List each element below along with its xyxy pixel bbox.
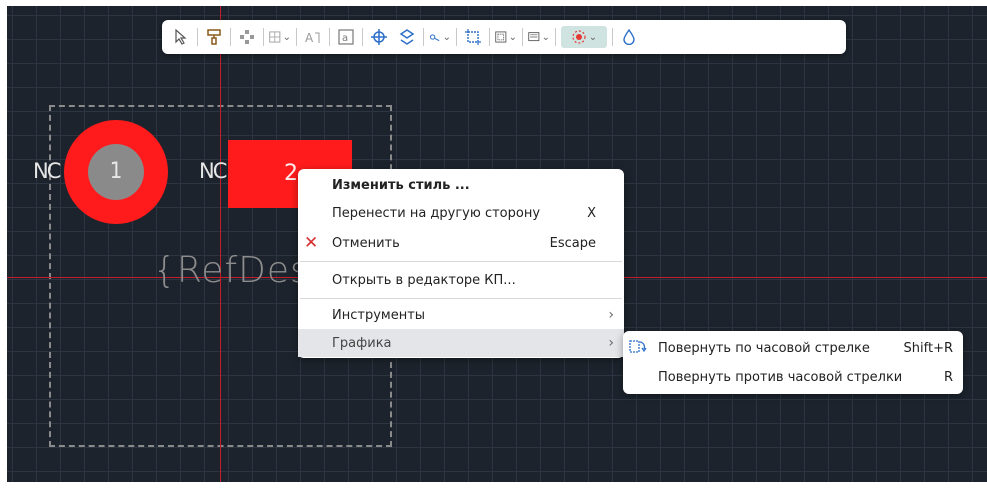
menu-item-open-in-editor[interactable]: Открыть в редакторе КП... <box>298 266 624 294</box>
graphics-submenu: Повернуть по часовой стрелке Shift+R Пов… <box>623 331 963 394</box>
menu-item-tools[interactable]: Инструменты › <box>298 301 624 329</box>
menu-item-graphics[interactable]: Графика › <box>298 329 624 357</box>
x-icon: ✕ <box>304 233 319 253</box>
crosshair-icon[interactable] <box>368 26 390 48</box>
toolbar-separator <box>197 28 198 46</box>
menu-item-rotate-counterclockwise[interactable]: Повернуть против часовой стрелки R <box>623 363 963 391</box>
select-icon[interactable] <box>170 26 192 48</box>
chevron-down-icon[interactable]: ⌄ <box>589 32 597 43</box>
menu-item-move-to-other-side[interactable]: Перенести на другую сторону X <box>298 199 624 227</box>
menu-item-label: Перенести на другую сторону <box>332 205 541 221</box>
menu-item-label: Повернуть по часовой стрелке <box>658 340 870 356</box>
toolbar-separator <box>489 28 490 46</box>
context-menu: Изменить стиль ... Перенести на другую с… <box>298 169 624 358</box>
grid-icon[interactable]: ⌄ <box>269 26 291 48</box>
resize-icon[interactable] <box>462 26 484 48</box>
toolbar: ⌄ A a ⌄ ⌄ ⌄ ⌄ <box>162 20 846 54</box>
canvas: NC 1 NC 2 {RefDes} ⌄ A a ⌄ ⌄ ⌄ ⌄ Изменит… <box>0 0 987 488</box>
chevron-down-icon[interactable]: ⌄ <box>542 32 550 43</box>
paint-icon[interactable] <box>203 26 225 48</box>
chevron-down-icon[interactable]: ⌄ <box>283 32 291 43</box>
menu-item-change-style[interactable]: Изменить стиль ... <box>298 171 624 199</box>
chevron-right-icon: › <box>608 307 614 323</box>
toolbar-separator <box>522 28 523 46</box>
menu-item-shortcut: Escape <box>549 235 596 251</box>
toolbar-separator <box>555 28 556 46</box>
text-icon[interactable]: A <box>302 26 324 48</box>
menu-item-label: Отменить <box>332 235 400 251</box>
menu-item-label: Изменить стиль ... <box>332 177 470 193</box>
menu-divider <box>300 298 622 299</box>
menu-item-label: Инструменты <box>332 307 426 323</box>
toolbar-separator <box>263 28 264 46</box>
highlight-icon[interactable]: ⌄ <box>561 26 607 48</box>
toolbar-separator <box>362 28 363 46</box>
measure-icon[interactable]: ⌄ <box>429 26 451 48</box>
chevron-right-icon: › <box>608 335 614 351</box>
rotate-clockwise-icon <box>629 338 647 358</box>
toolbar-separator <box>423 28 424 46</box>
toolbar-separator <box>230 28 231 46</box>
menu-item-cancel[interactable]: ✕ Отменить Escape <box>298 229 624 257</box>
pad-1-hole: 1 <box>88 144 144 200</box>
toolbar-separator <box>612 28 613 46</box>
pad1-net-label: NC <box>33 159 61 183</box>
menu-item-shortcut: X <box>587 205 596 221</box>
pad2-net-label: NC <box>199 159 227 183</box>
chevron-down-icon[interactable]: ⌄ <box>509 32 517 43</box>
distribute-icon[interactable] <box>236 26 258 48</box>
menu-item-label: Повернуть против часовой стрелки <box>658 369 903 385</box>
textbox-icon[interactable]: a <box>335 26 357 48</box>
menu-item-label: Открыть в редакторе КП... <box>332 272 516 288</box>
swap-layers-icon[interactable] <box>396 26 418 48</box>
menu-item-rotate-clockwise[interactable]: Повернуть по часовой стрелке Shift+R <box>623 334 963 362</box>
crosshair-vertical <box>220 6 221 482</box>
svg-text:A: A <box>305 31 314 45</box>
toolbar-separator <box>329 28 330 46</box>
drop-icon[interactable] <box>618 26 640 48</box>
menu-item-shortcut: Shift+R <box>903 340 953 356</box>
menu-divider <box>300 261 622 262</box>
display-icon[interactable]: ⌄ <box>528 26 550 48</box>
toolbar-separator <box>456 28 457 46</box>
chevron-down-icon[interactable]: ⌄ <box>443 32 451 43</box>
menu-item-shortcut: R <box>943 369 953 385</box>
svg-text:a: a <box>342 33 348 44</box>
frame-icon[interactable]: ⌄ <box>495 26 517 48</box>
toolbar-separator <box>296 28 297 46</box>
menu-item-label: Графика <box>332 335 392 351</box>
